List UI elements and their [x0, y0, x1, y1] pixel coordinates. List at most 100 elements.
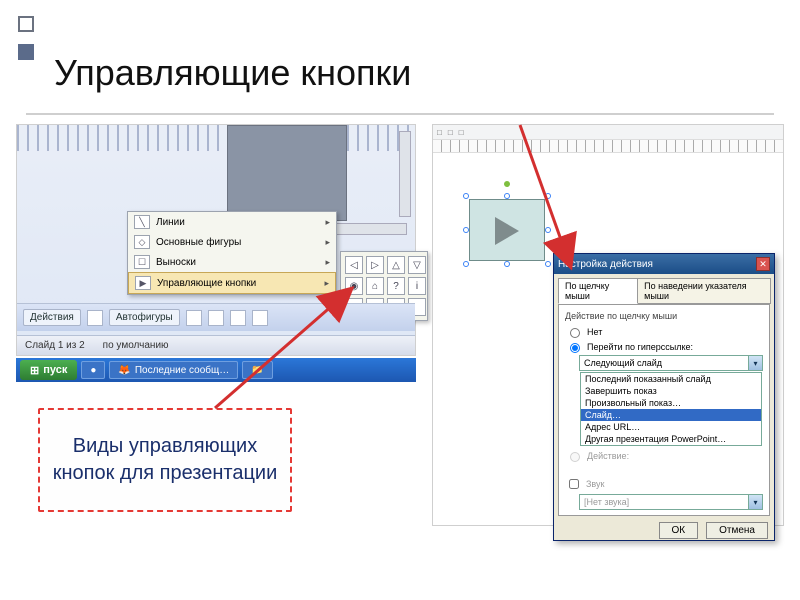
- action-btn-cell[interactable]: ◉: [345, 277, 363, 295]
- dropdown-option[interactable]: Произвольный показ…: [581, 397, 761, 409]
- actions-menu-button[interactable]: Действия: [23, 309, 81, 326]
- ok-button[interactable]: ОК: [659, 522, 699, 539]
- radio-action: Действие:: [565, 449, 763, 462]
- menu-item-action-buttons[interactable]: ▶ Управляющие кнопки ▸: [128, 272, 336, 294]
- callouts-icon: ☐: [134, 255, 150, 269]
- ruler-horizontal: [433, 139, 783, 153]
- taskbar-label: Последние сообщ…: [135, 365, 229, 376]
- radio-label: Перейти по гиперссылке:: [587, 342, 693, 352]
- drawing-toolbar: Действия Автофигуры: [17, 303, 415, 331]
- firefox-icon: 🦊: [118, 365, 130, 376]
- slide-bullet-column: [18, 16, 34, 60]
- menu-item-callouts[interactable]: ☐ Выноски ▸: [128, 252, 336, 272]
- checkbox-sound[interactable]: Звук: [565, 476, 763, 492]
- resize-handle[interactable]: [545, 193, 551, 199]
- taskbar-app-1[interactable]: ●: [81, 361, 105, 379]
- dropdown-option[interactable]: Последний показанный слайд: [581, 373, 761, 385]
- radio-label: Нет: [587, 327, 602, 337]
- dropdown-option[interactable]: Адрес URL…: [581, 421, 761, 433]
- callout-text: Виды управляющих кнопок для презентации: [48, 433, 282, 487]
- checkbox-label: Звук: [586, 479, 604, 489]
- cancel-button[interactable]: Отмена: [706, 522, 768, 539]
- radio-input[interactable]: [570, 343, 580, 353]
- ruler: [17, 125, 415, 151]
- resize-handle[interactable]: [545, 227, 551, 233]
- lines-icon: ╲: [134, 215, 150, 229]
- resize-handle[interactable]: [504, 261, 510, 267]
- status-bar: Слайд 1 из 2 по умолчанию: [17, 335, 415, 355]
- hyperlink-target-dropdown[interactable]: Следующий слайд ▾ Последний показанный с…: [579, 355, 763, 371]
- slide-counter: Слайд 1 из 2: [25, 340, 85, 351]
- arrow-tool-icon[interactable]: [208, 310, 224, 326]
- title-divider: [26, 113, 774, 115]
- action-btn-cell[interactable]: ▷: [366, 256, 384, 274]
- mini-slide-canvas: [227, 125, 347, 221]
- bullet-square: [18, 16, 34, 32]
- dialog-button-row: ОК Отмена: [554, 516, 774, 545]
- resize-handle[interactable]: [463, 193, 469, 199]
- windows-taskbar: ⊞ пуск ● 🦊 Последние сообщ… 📁: [16, 358, 416, 382]
- close-button[interactable]: ✕: [756, 257, 770, 271]
- dropdown-option[interactable]: Другая презентация PowerPoint…: [581, 433, 761, 445]
- screenshot-right: □□□ Настройка действия ✕ По щелчку мыши …: [432, 124, 784, 526]
- radio-hyperlink[interactable]: Перейти по гиперссылке:: [565, 340, 763, 353]
- windows-logo-icon: ⊞: [30, 364, 39, 377]
- line-tool-icon[interactable]: [186, 310, 202, 326]
- dropdown-list: Последний показанный слайд Завершить пок…: [580, 372, 762, 446]
- rotate-handle[interactable]: [504, 181, 510, 187]
- action-btn-cell[interactable]: △: [387, 256, 405, 274]
- resize-handle[interactable]: [504, 193, 510, 199]
- dropdown-option[interactable]: Завершить показ: [581, 385, 761, 397]
- checkbox-input[interactable]: [569, 479, 579, 489]
- radio-label: Действие:: [587, 451, 629, 461]
- dropdown-toggle-icon: ▾: [748, 495, 762, 509]
- action-btn-cell[interactable]: i: [408, 277, 426, 295]
- design-name: по умолчанию: [103, 340, 169, 351]
- thumbnail-strip: □□□: [433, 125, 783, 139]
- action-btn-cell[interactable]: ?: [387, 277, 405, 295]
- bullet-square-filled: [18, 44, 34, 60]
- radio-none[interactable]: Нет: [565, 325, 763, 338]
- menu-item-basic-shapes[interactable]: ◇ Основные фигуры ▸: [128, 232, 336, 252]
- dialog-title-text: Настройка действия: [558, 259, 653, 270]
- pointer-icon[interactable]: [87, 310, 103, 326]
- dropdown-value: [Нет звука]: [584, 497, 629, 507]
- group-label: Действие по щелчку мыши: [565, 311, 763, 321]
- oval-tool-icon[interactable]: [252, 310, 268, 326]
- action-btn-cell[interactable]: ◁: [345, 256, 363, 274]
- action-buttons-icon: ▶: [135, 276, 151, 290]
- dialog-titlebar[interactable]: Настройка действия ✕: [554, 254, 774, 274]
- taskbar-app-2[interactable]: 🦊 Последние сообщ…: [109, 361, 238, 379]
- app-icon: ●: [90, 365, 96, 376]
- chevron-right-icon: ▸: [325, 217, 330, 228]
- resize-handle[interactable]: [545, 261, 551, 267]
- chevron-right-icon: ▸: [324, 278, 329, 289]
- action-btn-cell[interactable]: ⌂: [366, 277, 384, 295]
- sound-dropdown: [Нет звука] ▾: [579, 494, 763, 510]
- screenshot-left: ╲ Линии ▸ ◇ Основные фигуры ▸ ☐ Выноски …: [16, 124, 416, 356]
- autoshapes-submenu: ╲ Линии ▸ ◇ Основные фигуры ▸ ☐ Выноски …: [127, 211, 337, 295]
- menu-item-lines[interactable]: ╲ Линии ▸: [128, 212, 336, 232]
- rect-tool-icon[interactable]: [230, 310, 246, 326]
- dropdown-toggle-icon[interactable]: ▾: [748, 356, 762, 370]
- action-btn-cell[interactable]: ▽: [408, 256, 426, 274]
- dropdown-value: Следующий слайд: [584, 358, 662, 368]
- folder-icon: 📁: [251, 365, 263, 376]
- taskbar-app-3[interactable]: 📁: [242, 361, 272, 379]
- dropdown-option-selected[interactable]: Слайд…: [581, 409, 761, 421]
- dialog-body: Действие по щелчку мыши Нет Перейти по г…: [558, 304, 770, 516]
- start-button[interactable]: ⊞ пуск: [20, 360, 77, 380]
- radio-input[interactable]: [570, 328, 580, 338]
- selected-action-button-shape[interactable]: [461, 191, 553, 269]
- menu-item-label: Основные фигуры: [156, 237, 241, 248]
- resize-handle[interactable]: [463, 227, 469, 233]
- resize-handle[interactable]: [463, 261, 469, 267]
- tab-on-click[interactable]: По щелчку мыши: [558, 278, 638, 304]
- dialog-tabs: По щелчку мыши По наведении указателя мы…: [558, 278, 770, 304]
- chevron-right-icon: ▸: [325, 237, 330, 248]
- scrollbar-vertical[interactable]: [399, 131, 411, 217]
- autoshapes-menu-button[interactable]: Автофигуры: [109, 309, 180, 326]
- shapes-icon: ◇: [134, 235, 150, 249]
- tab-on-hover[interactable]: По наведении указателя мыши: [637, 278, 771, 304]
- menu-item-label: Управляющие кнопки: [157, 278, 256, 289]
